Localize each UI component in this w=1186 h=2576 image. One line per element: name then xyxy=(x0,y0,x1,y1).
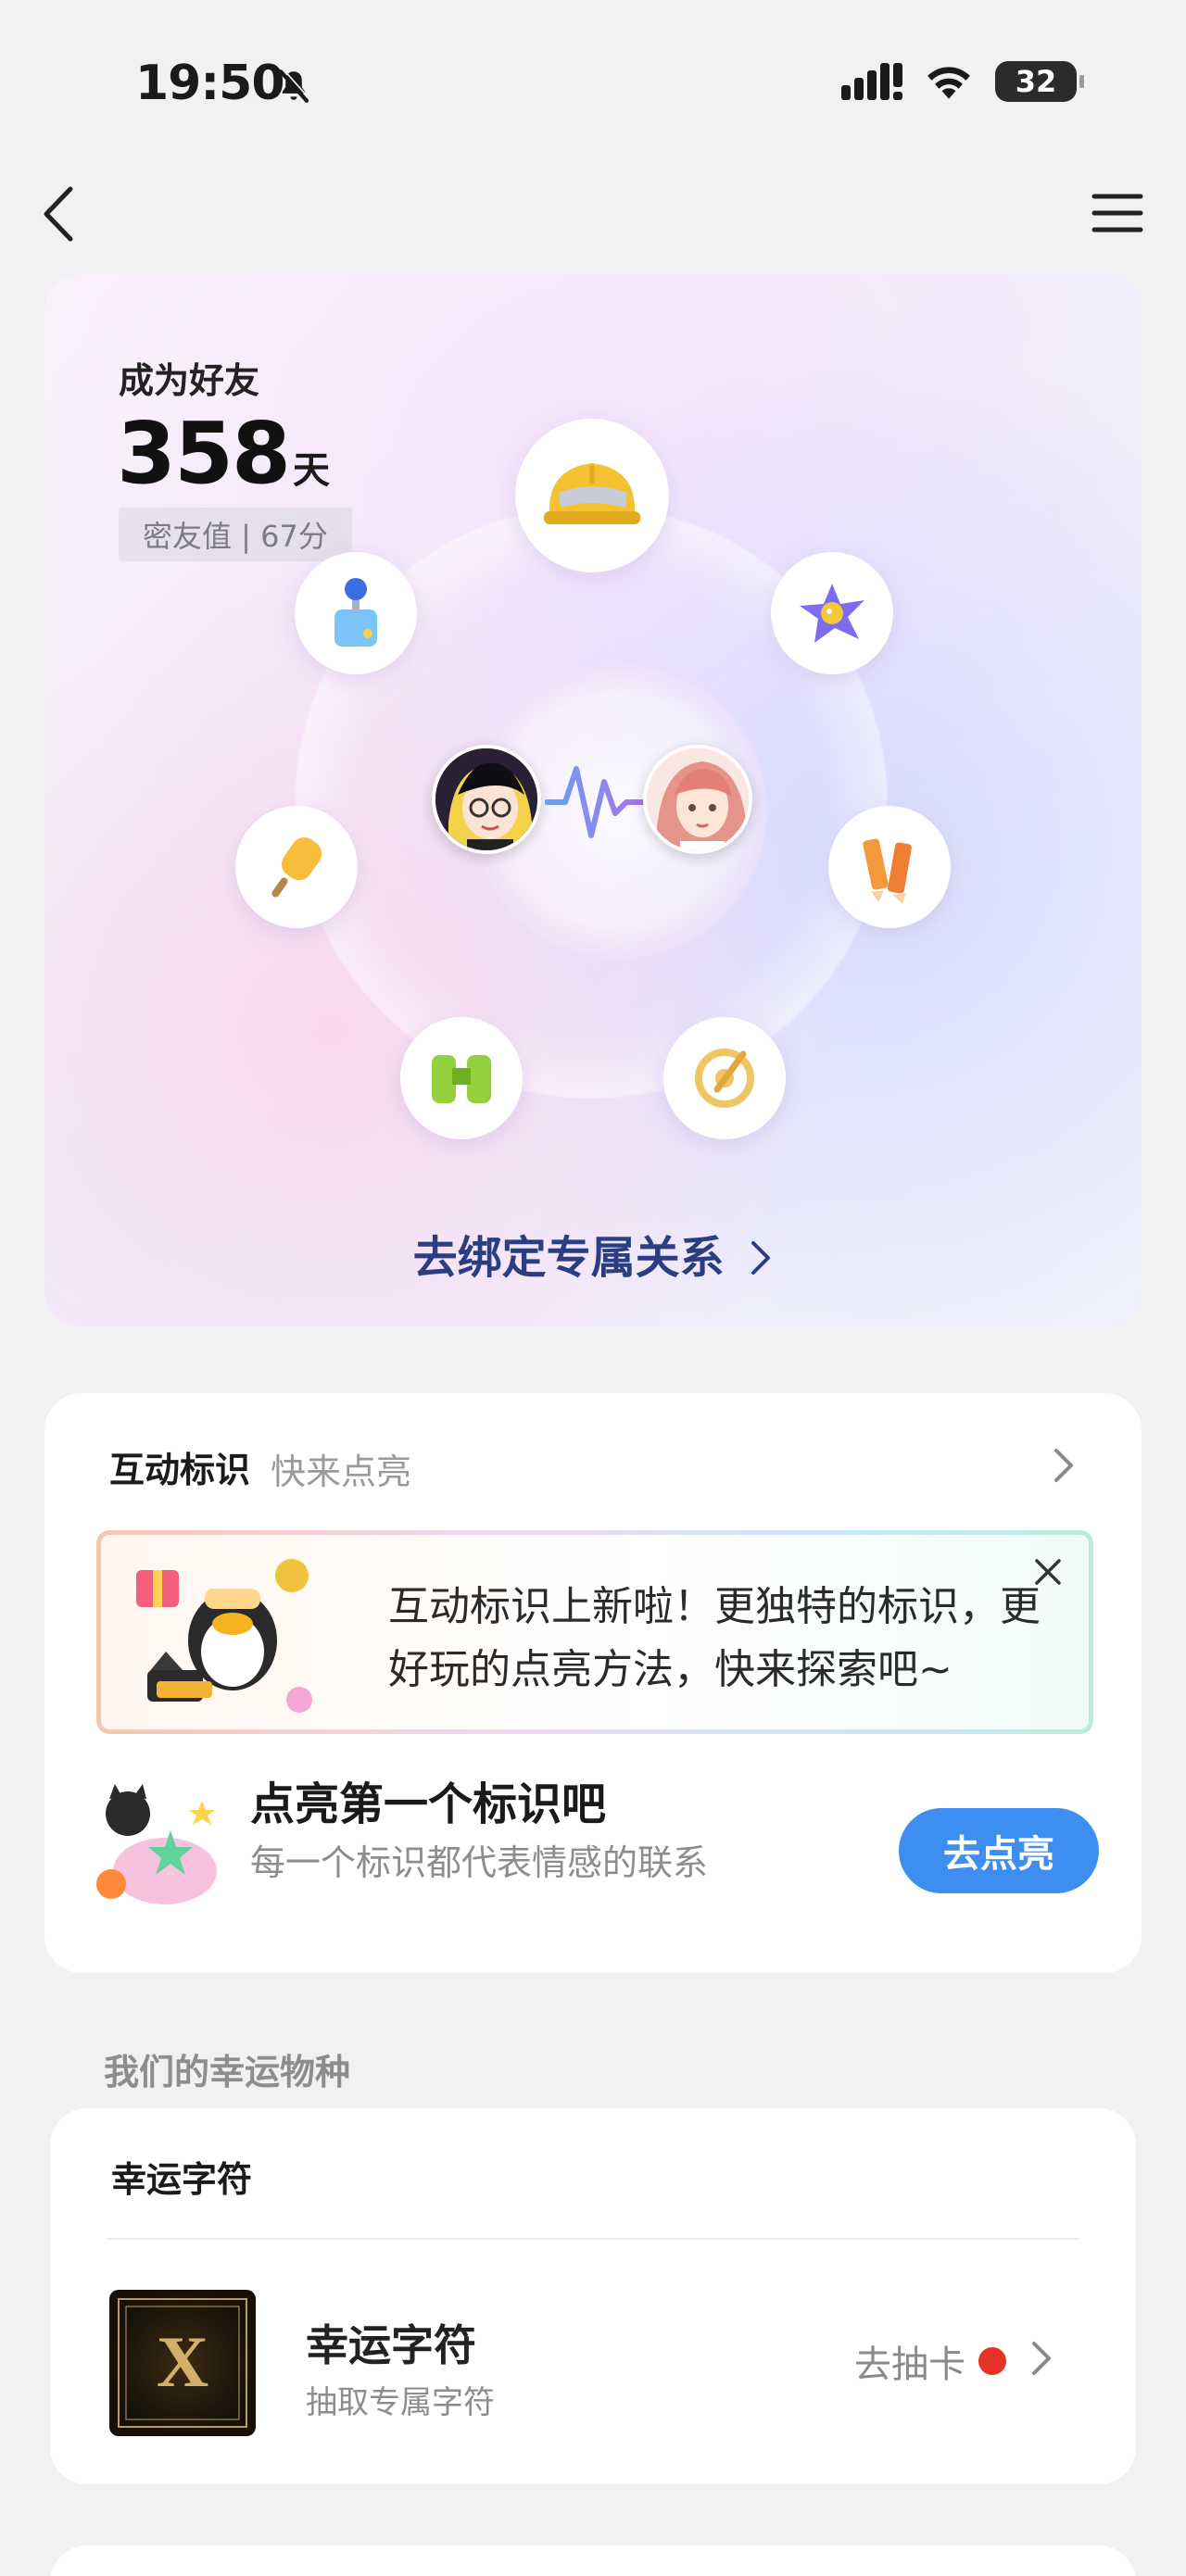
lucky-item-subtitle: 抽取专属字符 xyxy=(306,2384,495,2421)
bind-relationship-label: 去绑定专属关系 xyxy=(412,1232,725,1284)
interaction-title: 互动标识 xyxy=(109,1450,251,1490)
light-first-badge-subtitle: 每一个标识都代表情感的联系 xyxy=(250,1842,709,1883)
lucky-section-title: 我们的幸运物种 xyxy=(104,2052,351,2092)
hamburger-menu-icon[interactable] xyxy=(1091,191,1143,235)
days-count: 358 xyxy=(117,404,291,503)
chevron-right-icon[interactable] xyxy=(1051,1445,1077,1486)
helmet-icon xyxy=(544,463,640,524)
pencils-badge[interactable] xyxy=(828,806,951,928)
cellular-signal-icon xyxy=(841,63,902,100)
status-indicators: 32 xyxy=(841,61,1084,102)
lucky-rune-thumbnail[interactable]: X xyxy=(109,2290,256,2436)
mute-bell-icon xyxy=(278,68,310,103)
joystick-badge[interactable] xyxy=(295,552,417,674)
divider xyxy=(107,2238,1079,2240)
lucky-character-card: 幸运字符 X 幸运字符 抽取专属字符 去抽卡 xyxy=(50,2108,1136,2484)
draw-card-link[interactable]: 去抽卡 xyxy=(854,2334,965,2388)
chevron-right-icon xyxy=(751,1241,771,1275)
lucky-item-name: 幸运字符 xyxy=(306,2320,476,2370)
popsicle-icon xyxy=(271,837,322,898)
popsicle-badge[interactable] xyxy=(235,806,358,928)
penguin-gifts-illustration-icon xyxy=(136,1559,312,1713)
user-avatar[interactable] xyxy=(432,745,541,854)
banner-text: 互动标识上新啦！更独特的标识，更好玩的点亮方法，快来探索吧~ xyxy=(388,1583,1041,1693)
status-time: 19:50 xyxy=(135,56,285,111)
planet-badge[interactable] xyxy=(771,552,893,674)
friendship-hero-card: 成为好友 358 天 密友值 | 67分 去绑定专属关系 xyxy=(44,274,1142,1326)
interaction-subtitle: 快来点亮 xyxy=(271,1451,412,1492)
bind-relationship-link[interactable]: 去绑定专属关系 xyxy=(44,1221,1142,1286)
days-unit: 天 xyxy=(293,449,331,492)
friendship-days: 358 天 xyxy=(117,404,330,503)
battery-indicator: 32 xyxy=(995,61,1084,102)
friendship-label: 成为好友 xyxy=(119,360,260,401)
target-badge[interactable] xyxy=(663,1017,786,1139)
binoculars-icon xyxy=(432,1055,491,1103)
binoculars-badge[interactable] xyxy=(400,1017,523,1139)
target-icon xyxy=(695,1049,754,1108)
rune-x-icon: X xyxy=(118,2298,247,2428)
light-up-button[interactable]: 去点亮 xyxy=(899,1808,1099,1893)
wifi-icon xyxy=(927,67,970,99)
notification-dot xyxy=(978,2347,1006,2375)
rune-letter: X xyxy=(157,2321,208,2402)
lucky-card-title: 幸运字符 xyxy=(111,2159,253,2200)
close-icon[interactable] xyxy=(1029,1553,1066,1590)
pencils-icon xyxy=(863,838,912,904)
joystick-icon xyxy=(334,578,377,647)
next-card-partial xyxy=(50,2545,1136,2576)
friend-avatar[interactable] xyxy=(643,745,752,854)
new-badges-banner[interactable]: 互动标识上新啦！更独特的标识，更好玩的点亮方法，快来探索吧~ xyxy=(98,1532,1091,1732)
heartbeat-wave-icon xyxy=(545,766,647,838)
cat-star-illustration-icon xyxy=(96,1784,217,1904)
chevron-left-icon[interactable] xyxy=(37,182,82,246)
light-first-badge-title: 点亮第一个标识吧 xyxy=(250,1778,607,1830)
planet-star-icon xyxy=(800,584,864,643)
interaction-badges-card: 互动标识 快来点亮 互动标识上新啦！更独特的标识，更好玩的点亮方法，快来探索吧~ xyxy=(44,1393,1142,1973)
helmet-badge[interactable] xyxy=(515,419,669,572)
chevron-right-icon[interactable] xyxy=(1028,2338,1054,2379)
intimacy-score: 密友值 | 67分 xyxy=(119,508,352,561)
